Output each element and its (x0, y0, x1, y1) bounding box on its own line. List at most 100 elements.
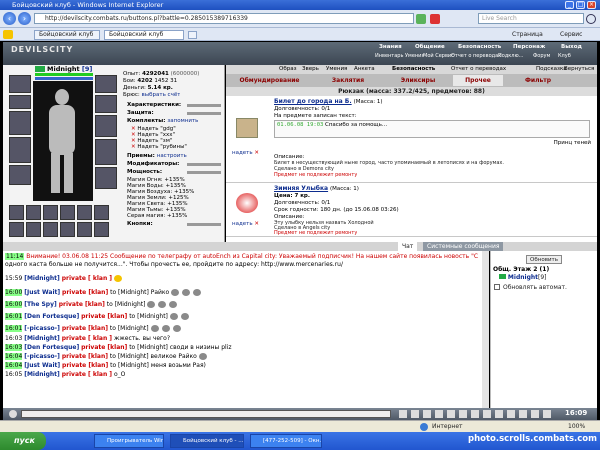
tab-spells[interactable]: Заклятия (313, 75, 383, 86)
chat-button-icon[interactable] (423, 410, 431, 418)
boots-slot[interactable] (95, 167, 117, 189)
delete-icon[interactable]: ✕ (254, 221, 259, 227)
chat-button-icon[interactable] (507, 410, 515, 418)
tab-filter[interactable]: Фильтр (503, 75, 573, 86)
chat-button-icon[interactable] (471, 410, 479, 418)
nav-security[interactable]: Безопасность (392, 66, 435, 72)
chat-button-icon[interactable] (483, 410, 491, 418)
menu-knowledge[interactable]: Знания (379, 44, 402, 50)
submenu-club[interactable]: Клуб (558, 53, 571, 59)
menu-exit[interactable]: Выход (561, 44, 582, 50)
tab-other[interactable]: Прочее (453, 75, 503, 86)
amulet-slot[interactable] (9, 95, 31, 109)
chat-nick[interactable]: [Midnight] (24, 335, 60, 342)
nav-transfers[interactable]: Отчет о переводах (451, 66, 506, 72)
item-title[interactable]: Билет до города на Б. (274, 98, 352, 105)
nav-image[interactable]: Образ (279, 66, 297, 72)
section-power[interactable]: Мощность: (127, 169, 162, 175)
tab-system-messages[interactable]: Системные сообщения (423, 242, 504, 251)
task-media-player[interactable]: Проигрыватель Win... (94, 434, 164, 448)
choose-account-link[interactable]: выбрать счёт (142, 92, 181, 98)
chat-button-icon[interactable] (435, 410, 443, 418)
chat-button-icon[interactable] (411, 410, 419, 418)
chat-button-icon[interactable] (399, 410, 407, 418)
back-button[interactable]: ‹ (3, 12, 16, 25)
minimize-button[interactable]: _ (565, 1, 574, 9)
nav-return[interactable]: Вернуться (564, 66, 594, 72)
chat-nick[interactable]: [Just Wait] (24, 289, 60, 296)
belt-slot[interactable] (9, 165, 31, 185)
delete-icon[interactable]: ✕ (254, 150, 259, 156)
chat-button-icon[interactable] (495, 410, 503, 418)
configure-link[interactable]: настроить (157, 153, 187, 159)
section-modifiers[interactable]: Модификаторы: (127, 161, 179, 167)
armor-slot[interactable] (9, 137, 31, 163)
tab-2[interactable]: Бойцовский клуб (104, 30, 184, 40)
nav-hint[interactable]: Подсказка (536, 66, 567, 72)
chat-nick[interactable]: [The Spy] (24, 301, 57, 308)
equip-link[interactable]: надеть ✕ (232, 150, 259, 156)
character-name[interactable]: Midnight (47, 65, 80, 73)
shield-slot[interactable] (95, 139, 117, 165)
url-input[interactable]: http://devilscity.combats.ru/buttons.pl?… (34, 13, 414, 24)
chat-nick[interactable]: [Den Fortesque] (24, 344, 79, 351)
tab-elixirs[interactable]: Эликсиры (383, 75, 453, 86)
auto-refresh-checkbox[interactable] (494, 284, 500, 290)
menu-character[interactable]: Персонаж (513, 44, 545, 50)
chat-button-icon[interactable] (519, 410, 527, 418)
submenu-connect[interactable]: Подклю... (498, 53, 523, 59)
submenu-inventory[interactable]: Инвентарь (375, 53, 403, 59)
submenu-forum[interactable]: Форум (533, 53, 550, 59)
chat-button-icon[interactable] (531, 410, 539, 418)
tab-1[interactable]: Бойцовский клуб (34, 30, 100, 40)
chat-nick[interactable]: [Den Fortesque] (24, 313, 79, 320)
helmet-slot[interactable] (9, 75, 31, 93)
chat-input[interactable] (21, 410, 391, 418)
gloves-slot[interactable] (95, 115, 117, 137)
submenu-skills[interactable]: Умения (405, 53, 424, 59)
go-icon[interactable] (416, 14, 426, 24)
chat-settings-icon[interactable] (9, 410, 17, 418)
menu-security[interactable]: Безопасность (458, 44, 501, 50)
chat-button-icon[interactable] (447, 410, 455, 418)
chat-scrollbar[interactable] (482, 251, 489, 408)
chat-nick[interactable]: [Midnight] (24, 371, 60, 378)
tab-equipment[interactable]: Обмундирование (226, 75, 313, 86)
submenu-transfers[interactable]: Отчет о переводах (451, 53, 501, 59)
task-fight-club[interactable]: Бойцовский клуб - ... (170, 434, 244, 448)
tab-chat[interactable]: Чат (398, 242, 418, 251)
refresh-button[interactable]: Обновить (526, 255, 562, 264)
search-icon[interactable] (586, 14, 596, 24)
item-title[interactable]: Зимняя Улыбка (274, 185, 328, 192)
kit-rubies[interactable]: Надеть "рубины" (137, 144, 187, 150)
remember-kit-link[interactable]: запомнить (167, 118, 198, 124)
chat-nick[interactable]: [Just Wait] (24, 362, 60, 369)
section-buttons[interactable]: Кнопки: (127, 221, 153, 227)
section-defense[interactable]: Защита: (127, 110, 154, 116)
section-techniques[interactable]: Приемы: (127, 153, 155, 159)
maximize-button[interactable]: □ (576, 1, 585, 9)
section-characteristics[interactable]: Характеристики: (127, 102, 181, 108)
weapon-slot[interactable] (9, 111, 31, 135)
favorites-star-icon[interactable] (3, 30, 13, 39)
chat-nick[interactable]: [-picasso-] (24, 353, 60, 360)
ring-slot[interactable] (95, 95, 117, 113)
nav-beast[interactable]: Зверь (302, 66, 319, 72)
earrings-slot[interactable] (95, 75, 117, 93)
nav-profile[interactable]: Анкета (354, 66, 375, 72)
forward-button[interactable]: › (18, 12, 31, 25)
submenu-myservice[interactable]: Мой Сервис (423, 53, 454, 59)
equip-link[interactable]: надеть ✕ (232, 221, 259, 227)
tools-menu[interactable]: Сервис (560, 31, 582, 38)
zoom-level[interactable]: 100% (568, 423, 585, 430)
page-menu[interactable]: Страница (512, 31, 543, 38)
stop-icon[interactable] (430, 14, 440, 24)
new-tab-icon[interactable] (188, 31, 197, 39)
chat-nick[interactable]: [-picasso-] (24, 325, 60, 332)
search-input[interactable]: Live Search (478, 13, 584, 24)
chat-button-icon[interactable] (459, 410, 467, 418)
start-button[interactable]: пуск (0, 432, 46, 450)
section-kits[interactable]: Комплекты: (127, 118, 165, 124)
nav-skills[interactable]: Умения (326, 66, 347, 72)
menu-communication[interactable]: Общение (415, 44, 445, 50)
